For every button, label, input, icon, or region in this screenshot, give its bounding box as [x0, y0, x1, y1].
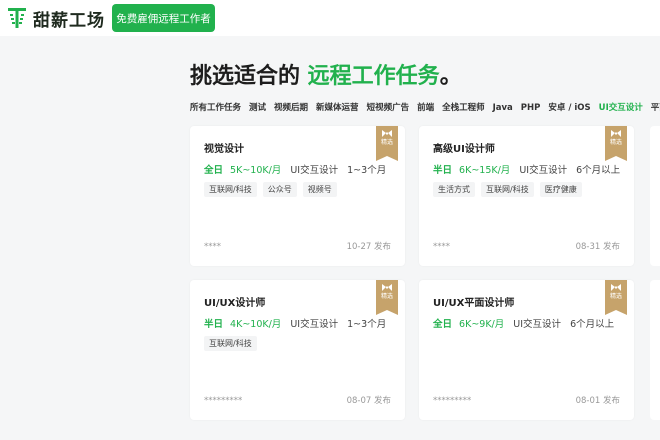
featured-badge-label: 精选: [609, 139, 622, 146]
tab-java[interactable]: Java: [493, 100, 513, 116]
job-owner: ****: [433, 242, 450, 252]
category-tabs: 所有工作任务 测试 视频后期 新媒体运营 短视频广告 前端 全栈工程师 Java…: [190, 100, 660, 116]
job-post-date: 10-27 发布: [346, 242, 391, 252]
job-owner: *********: [433, 396, 472, 406]
job-salary: 4K~10K/月: [230, 319, 282, 330]
tab-short-video-ads[interactable]: 短视频广告: [367, 100, 410, 116]
job-category: UI交互设计: [290, 165, 339, 176]
featured-badge: 精选: [605, 280, 627, 315]
job-post-date: 08-07 发布: [346, 396, 391, 406]
job-duration: 6个月以上: [576, 165, 621, 176]
job-owner: ****: [204, 242, 221, 252]
tab-fullstack[interactable]: 全栈工程师: [442, 100, 485, 116]
bowtie-icon: [382, 284, 392, 291]
job-post-date: 08-31 发布: [575, 242, 620, 252]
featured-badge-label: 精选: [380, 293, 393, 300]
page-title-prefix: 挑选适合的: [190, 64, 308, 89]
job-tag: 生活方式: [433, 182, 475, 197]
job-owner: *********: [204, 396, 243, 406]
job-tag: 视频号: [302, 182, 337, 197]
bowtie-icon: [611, 284, 621, 291]
job-card-peek[interactable]: [650, 126, 660, 266]
job-tag: 互联网/科技: [481, 182, 534, 197]
job-card[interactable]: UI/UX设计师 半日 4K~10K/月 UI交互设计 1~3个月 互联网/科技…: [190, 280, 405, 420]
tab-new-media[interactable]: 新媒体运营: [316, 100, 359, 116]
brand-name: 甜薪工场: [33, 10, 105, 31]
job-meta: 半日 4K~10K/月 UI交互设计 1~3个月: [204, 316, 386, 330]
tab-frontend[interactable]: 前端: [417, 100, 434, 116]
tab-video-post[interactable]: 视频后期: [274, 100, 308, 116]
job-title: 视觉设计: [204, 144, 244, 155]
job-time: 半日: [204, 319, 224, 330]
job-card[interactable]: 视觉设计 全日 5K~10K/月 UI交互设计 1~3个月 互联网/科技 公众号…: [190, 126, 405, 266]
job-salary: 5K~10K/月: [230, 165, 282, 176]
featured-badge: 精选: [376, 280, 398, 315]
job-time: 全日: [433, 319, 453, 330]
job-title: 高级UI设计师: [433, 144, 495, 155]
featured-badge-label: 精选: [380, 139, 393, 146]
hire-remote-worker-button[interactable]: 免费雇佣远程工作者: [112, 4, 215, 32]
job-title: UI/UX平面设计师: [433, 298, 515, 309]
tab-php[interactable]: PHP: [521, 100, 541, 116]
tab-ui-design[interactable]: UI交互设计: [599, 100, 643, 116]
job-meta: 半日 6K~15K/月 UI交互设计 6个月以上: [433, 162, 620, 176]
job-tags: 互联网/科技: [204, 336, 263, 351]
job-card[interactable]: 高级UI设计师 半日 6K~15K/月 UI交互设计 6个月以上 生活方式 互联…: [419, 126, 634, 266]
job-duration: 1~3个月: [347, 319, 387, 330]
job-salary: 6K~9K/月: [459, 319, 505, 330]
top-header: 甜薪工场 免费雇佣远程工作者: [0, 0, 660, 36]
job-duration: 1~3个月: [347, 165, 387, 176]
job-post-date: 08-01 发布: [575, 396, 620, 406]
job-salary: 6K~15K/月: [459, 165, 511, 176]
job-category: UI交互设计: [290, 319, 339, 330]
job-tag: 医疗健康: [539, 182, 582, 197]
job-time: 全日: [204, 165, 224, 176]
job-category: UI交互设计: [513, 319, 562, 330]
page-title-suffix: 。: [439, 64, 462, 89]
job-tag: 公众号: [262, 182, 297, 197]
job-tags: 互联网/科技 公众号 视频号: [204, 182, 343, 197]
page-title: 挑选适合的 远程工作任务。: [190, 58, 462, 90]
featured-badge: 精选: [376, 126, 398, 161]
job-title: UI/UX设计师: [204, 298, 266, 309]
bowtie-icon: [382, 130, 392, 137]
tab-android-ios[interactable]: 安卓 / iOS: [548, 100, 590, 116]
job-tags: 生活方式 互联网/科技 医疗健康: [433, 182, 588, 197]
job-category: UI交互设计: [519, 165, 568, 176]
featured-badge: 精选: [605, 126, 627, 161]
job-card[interactable]: UI/UX平面设计师 全日 6K~9K/月 UI交互设计 6个月以上 *****…: [419, 280, 634, 420]
job-time: 半日: [433, 165, 453, 176]
page-title-highlight: 远程工作任务: [307, 64, 440, 89]
job-tag: 互联网/科技: [204, 182, 257, 197]
job-meta: 全日 5K~10K/月 UI交互设计 1~3个月: [204, 162, 386, 176]
tab-graphic-design[interactable]: 平面设计: [651, 100, 660, 116]
brand-logo[interactable]: 甜薪工场: [7, 5, 105, 31]
job-tag: 互联网/科技: [204, 336, 257, 351]
job-duration: 6个月以上: [570, 319, 615, 330]
featured-badge-label: 精选: [609, 293, 622, 300]
bowtie-icon: [611, 130, 621, 137]
job-meta: 全日 6K~9K/月 UI交互设计 6个月以上: [433, 316, 614, 330]
brand-logo-icon: [8, 8, 26, 28]
tab-all[interactable]: 所有工作任务: [190, 100, 241, 116]
tab-testing[interactable]: 测试: [249, 100, 266, 116]
job-card-peek[interactable]: [650, 280, 660, 420]
